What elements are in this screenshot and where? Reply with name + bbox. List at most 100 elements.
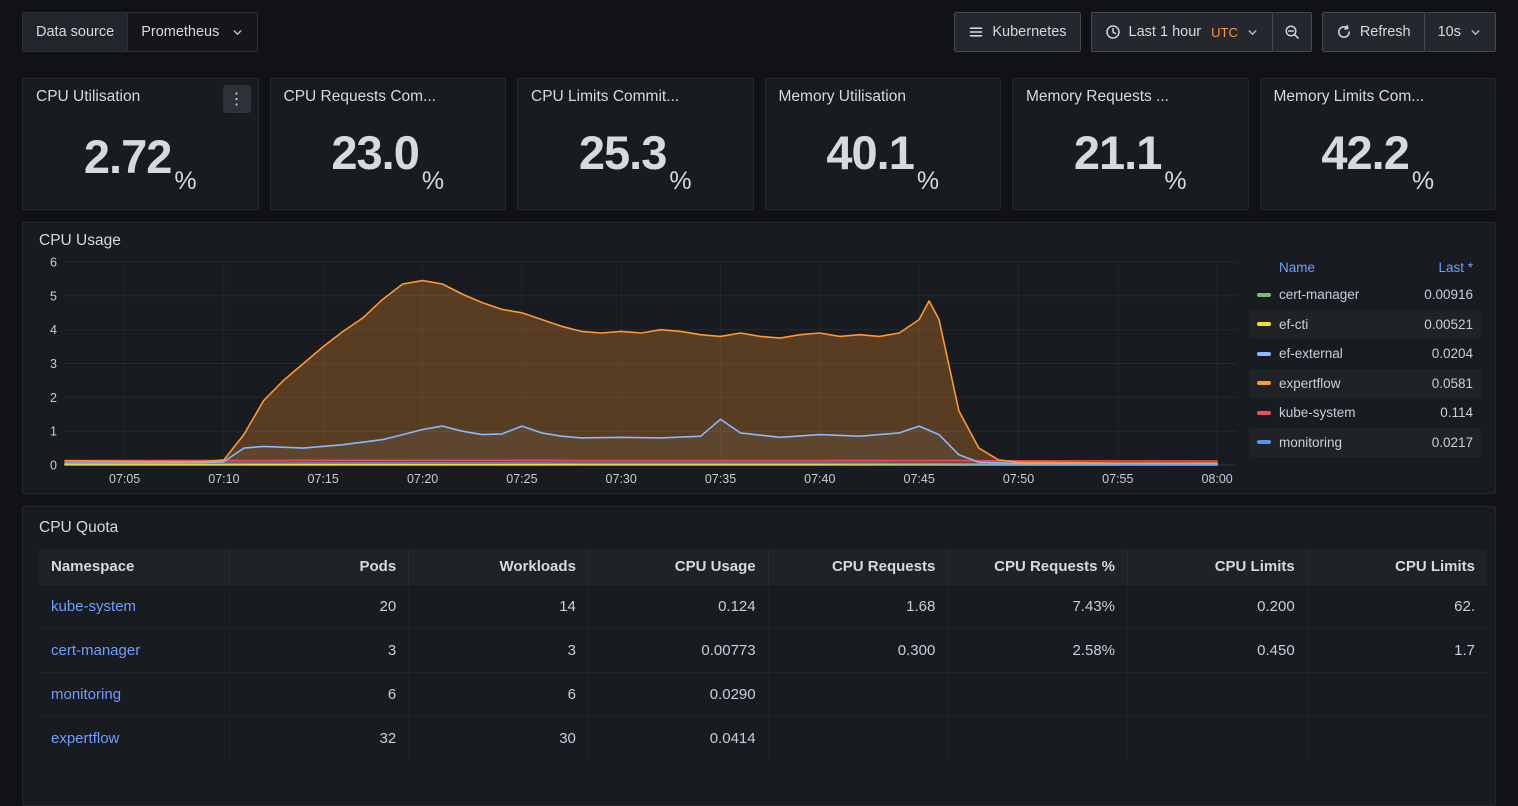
quota-column-header[interactable]: CPU Limits (1307, 549, 1487, 585)
legend-series-name[interactable]: cert-manager (1279, 287, 1424, 302)
stat-panel-title[interactable]: Memory Utilisation (779, 88, 906, 106)
quota-cell: 0.450 (1128, 629, 1308, 673)
stat-panel-header: Memory Requests ... (1026, 88, 1235, 106)
cpu-usage-chart[interactable]: 012345607:0507:1007:1507:2007:2507:3007:… (33, 252, 1245, 489)
cpu-quota-panel: CPU Quota NamespacePodsWorkloadsCPU Usag… (22, 506, 1496, 806)
refresh-group: Refresh 10s (1322, 12, 1496, 52)
quota-column-header[interactable]: CPU Limits (1128, 549, 1308, 585)
legend-series-swatch (1257, 381, 1271, 385)
quota-cell: 0.0290 (588, 673, 768, 717)
stat-panel-header: Memory Limits Com... (1274, 88, 1483, 106)
legend-series-swatch (1257, 440, 1271, 444)
stat-value-group: 2.72 % (36, 113, 245, 199)
stat-panel: Memory Requests ... 21.1 % (1012, 78, 1249, 210)
stat-unit: % (422, 167, 444, 199)
cpu-quota-panel-title[interactable]: CPU Quota (23, 507, 1495, 549)
legend-series-name[interactable]: expertflow (1279, 376, 1432, 391)
stat-panel-title[interactable]: Memory Limits Com... (1274, 88, 1425, 106)
stat-value-group: 42.2 % (1274, 106, 1483, 199)
stat-panel: Memory Limits Com... 42.2 % (1260, 78, 1497, 210)
list-icon (968, 24, 984, 40)
stat-panel-header: CPU Utilisation ⋮ (36, 88, 245, 113)
legend-last-header[interactable]: Last * (1438, 260, 1473, 275)
legend-row: kube-system 0.114 (1249, 398, 1481, 428)
quota-column-header[interactable]: CPU Requests (768, 549, 948, 585)
quota-cell: monitoring (39, 673, 229, 717)
timezone-label: UTC (1211, 25, 1238, 40)
namespace-link[interactable]: expertflow (51, 730, 119, 747)
svg-text:07:55: 07:55 (1102, 472, 1133, 486)
quota-cell: 2.58% (948, 629, 1128, 673)
datasource-label: Data source (23, 13, 127, 51)
cpu-usage-panel-title[interactable]: CPU Usage (23, 223, 1495, 250)
chevron-down-icon (1246, 26, 1259, 39)
legend-row: monitoring 0.0217 (1249, 428, 1481, 458)
stat-panel: Memory Utilisation 40.1 % (765, 78, 1002, 210)
svg-text:07:25: 07:25 (506, 472, 537, 486)
stat-unit: % (1164, 167, 1186, 199)
svg-text:4: 4 (50, 323, 57, 337)
stat-unit: % (174, 167, 196, 199)
svg-text:0: 0 (50, 459, 57, 473)
stat-value-group: 25.3 % (531, 106, 740, 199)
namespace-link[interactable]: kube-system (51, 598, 136, 615)
svg-text:1: 1 (50, 425, 57, 439)
legend-series-last: 0.00916 (1424, 287, 1473, 302)
quota-cell: cert-manager (39, 629, 229, 673)
stat-value: 23.0 (331, 129, 418, 176)
legend-rows: cert-manager 0.00916 ef-cti 0.00521 ef-e… (1249, 280, 1481, 457)
kubernetes-button[interactable]: Kubernetes (954, 12, 1080, 52)
quota-cell (1128, 673, 1308, 717)
quota-cell (948, 673, 1128, 717)
datasource-picker[interactable]: Data source Prometheus (22, 12, 258, 52)
legend-series-name[interactable]: ef-external (1279, 346, 1432, 361)
refresh-interval-picker[interactable]: 10s (1424, 12, 1496, 52)
svg-text:5: 5 (50, 289, 57, 303)
legend-header: Name Last * (1249, 260, 1481, 280)
time-range-picker[interactable]: Last 1 hour UTC (1091, 12, 1273, 52)
quota-column-header[interactable]: Pods (229, 549, 409, 585)
zoom-out-icon (1284, 24, 1300, 40)
namespace-link[interactable]: monitoring (51, 686, 121, 703)
svg-text:3: 3 (50, 357, 57, 371)
chevron-down-icon (1469, 26, 1482, 39)
quota-column-header[interactable]: Namespace (39, 549, 229, 585)
legend-series-name[interactable]: kube-system (1279, 405, 1440, 420)
refresh-button[interactable]: Refresh (1322, 12, 1425, 52)
quota-cell: 3 (229, 629, 409, 673)
quota-cell: 0.124 (588, 585, 768, 629)
quota-cell: 30 (409, 717, 589, 761)
namespace-link[interactable]: cert-manager (51, 642, 140, 659)
chevron-down-icon (231, 26, 244, 39)
stat-value-group: 23.0 % (284, 106, 493, 199)
quota-cell: expertflow (39, 717, 229, 761)
legend-series-last: 0.00521 (1424, 317, 1473, 332)
stat-panel-title[interactable]: CPU Requests Com... (284, 88, 436, 106)
legend-name-header[interactable]: Name (1279, 260, 1315, 275)
panel-menu-button[interactable]: ⋮ (223, 85, 251, 113)
stat-value: 42.2 (1321, 129, 1408, 176)
quota-cell: 3 (409, 629, 589, 673)
quota-cell: 1.68 (768, 585, 948, 629)
svg-text:07:15: 07:15 (308, 472, 339, 486)
datasource-value-dropdown[interactable]: Prometheus (127, 13, 257, 51)
quota-column-header[interactable]: CPU Requests % (948, 549, 1128, 585)
cpu-usage-chart-area: 012345607:0507:1007:1507:2007:2507:3007:… (23, 250, 1495, 493)
quota-cell (1307, 673, 1487, 717)
topbar-controls: Kubernetes Last 1 hour UTC Refresh 10s (954, 12, 1496, 52)
legend-series-swatch (1257, 411, 1271, 415)
stat-panel-title[interactable]: Memory Requests ... (1026, 88, 1169, 106)
kebab-menu-icon: ⋮ (229, 89, 245, 109)
refresh-button-label: Refresh (1360, 24, 1411, 40)
quota-cell: 14 (409, 585, 589, 629)
quota-column-header[interactable]: CPU Usage (588, 549, 768, 585)
legend-series-name[interactable]: monitoring (1279, 435, 1432, 450)
quota-column-header[interactable]: Workloads (409, 549, 589, 585)
quota-cell (1128, 717, 1308, 761)
quota-cell: 62. (1307, 585, 1487, 629)
cpu-usage-legend: Name Last * cert-manager 0.00916 ef-cti … (1245, 252, 1489, 489)
stat-panel-title[interactable]: CPU Utilisation (36, 88, 140, 106)
stat-panel-title[interactable]: CPU Limits Commit... (531, 88, 679, 106)
legend-series-name[interactable]: ef-cti (1279, 317, 1424, 332)
zoom-out-button[interactable] (1272, 12, 1312, 52)
